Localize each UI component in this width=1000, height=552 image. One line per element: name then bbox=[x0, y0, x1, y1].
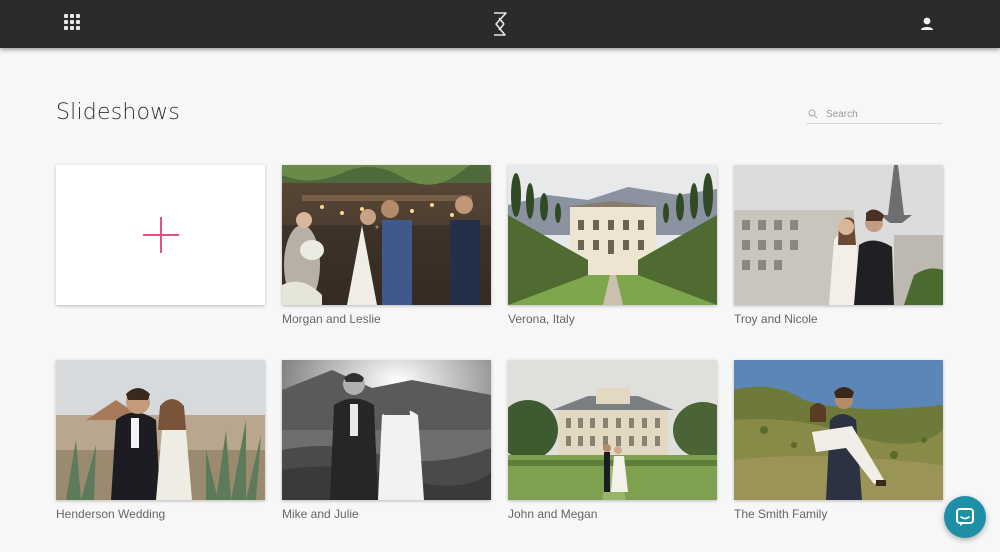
slideshow-thumbnail[interactable] bbox=[508, 360, 717, 500]
top-bar bbox=[0, 0, 1000, 48]
chat-button[interactable] bbox=[944, 496, 986, 538]
slideshow-thumbnail[interactable] bbox=[282, 360, 491, 500]
slideshow-card[interactable]: Verona, Italy bbox=[508, 165, 717, 326]
hourglass-logo-icon[interactable] bbox=[490, 11, 510, 37]
search-input[interactable] bbox=[826, 106, 940, 122]
search-icon bbox=[808, 109, 818, 119]
plus-icon bbox=[142, 217, 179, 253]
slideshow-card[interactable]: Mike and Julie bbox=[282, 360, 491, 521]
chat-bubble-icon bbox=[956, 508, 974, 526]
page-title: Slideshows bbox=[56, 100, 181, 125]
slideshow-thumbnail[interactable] bbox=[56, 360, 265, 500]
new-slideshow-tile[interactable] bbox=[56, 165, 265, 305]
search-box[interactable] bbox=[806, 106, 942, 124]
slideshow-caption: John and Megan bbox=[508, 507, 598, 521]
apps-grid-icon[interactable] bbox=[64, 14, 82, 32]
new-slideshow-card[interactable] bbox=[56, 165, 265, 305]
user-icon[interactable] bbox=[918, 15, 936, 33]
slideshow-caption: Morgan and Leslie bbox=[282, 312, 381, 326]
slideshow-thumbnail[interactable] bbox=[282, 165, 491, 305]
slideshow-thumbnail[interactable] bbox=[734, 165, 943, 305]
slideshow-caption: Henderson Wedding bbox=[56, 507, 166, 521]
slideshow-caption: Troy and Nicole bbox=[734, 312, 818, 326]
slideshow-card[interactable]: Henderson Wedding bbox=[56, 360, 265, 521]
slideshow-card[interactable]: Morgan and Leslie bbox=[282, 165, 491, 326]
slideshow-thumbnail[interactable] bbox=[734, 360, 943, 500]
slideshow-card[interactable]: John and Megan bbox=[508, 360, 717, 521]
slideshow-card[interactable]: Troy and Nicole bbox=[734, 165, 943, 326]
slideshow-caption: Verona, Italy bbox=[508, 312, 575, 326]
slideshow-card[interactable]: The Smith Family bbox=[734, 360, 943, 521]
slideshow-caption: The Smith Family bbox=[734, 507, 828, 521]
slideshow-caption: Mike and Julie bbox=[282, 507, 359, 521]
slideshow-thumbnail[interactable] bbox=[508, 165, 717, 305]
